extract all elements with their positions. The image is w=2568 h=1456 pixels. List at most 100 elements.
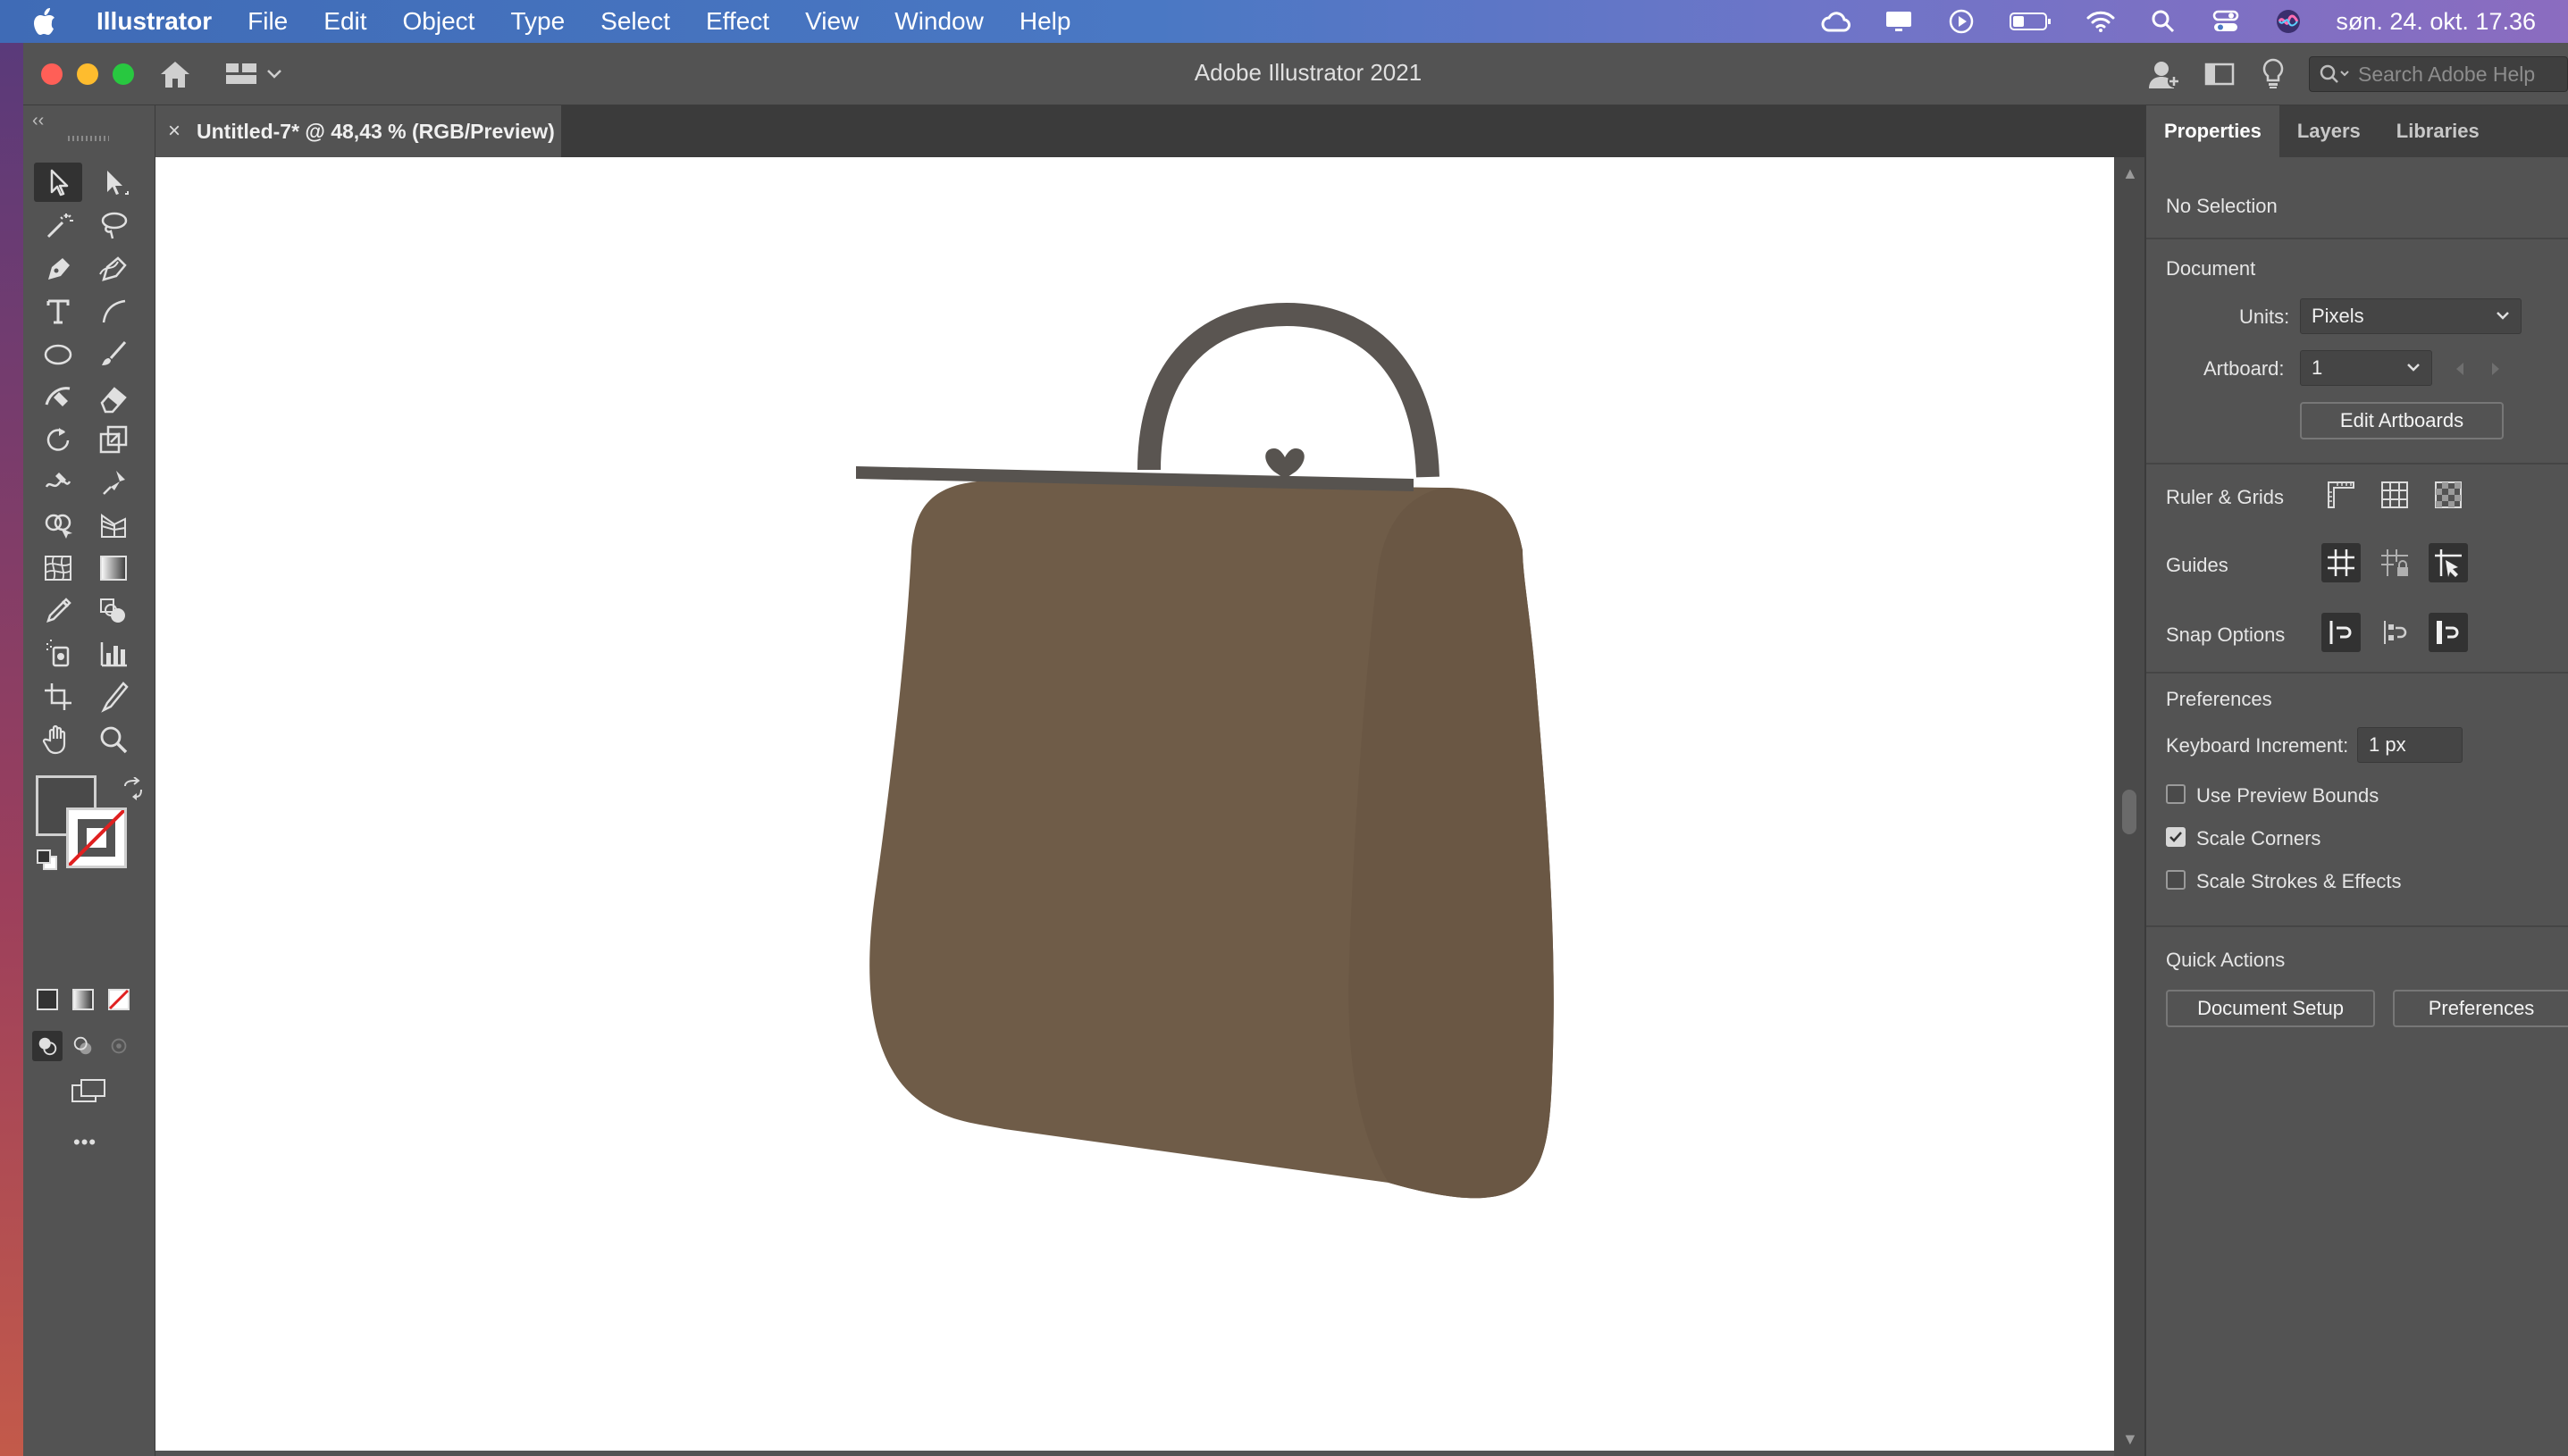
magic-wand-tool-icon[interactable] xyxy=(34,205,82,245)
symbol-sprayer-icon[interactable] xyxy=(34,634,82,674)
type-tool-icon[interactable] xyxy=(34,291,82,331)
perspective-grid-icon[interactable] xyxy=(89,506,138,545)
tab-libraries[interactable]: Libraries xyxy=(2379,105,2497,157)
canvas-area[interactable]: ▲ ▼ xyxy=(155,157,2144,1456)
artboard[interactable] xyxy=(155,157,2114,1451)
next-artboard-icon[interactable] xyxy=(2489,361,2502,377)
previous-artboard-icon[interactable] xyxy=(2454,361,2466,377)
edit-artboards-button[interactable]: Edit Artboards xyxy=(2300,402,2504,439)
gradient-mode-icon[interactable] xyxy=(68,984,98,1015)
selection-tool-icon[interactable] xyxy=(34,163,82,202)
play-icon[interactable] xyxy=(1946,8,1976,35)
document-tab[interactable]: × Untitled-7* @ 48,43 % (RGB/Preview) xyxy=(155,105,561,157)
scrollbar-thumb[interactable] xyxy=(2122,790,2136,834)
artboard-tool-icon[interactable] xyxy=(34,677,82,716)
share-user-icon[interactable] xyxy=(2146,56,2182,92)
blend-tool-icon[interactable] xyxy=(89,591,138,631)
show-guides-icon[interactable] xyxy=(2321,543,2361,582)
swap-fill-stroke-icon[interactable] xyxy=(122,776,145,800)
scroll-down-arrow-icon[interactable]: ▼ xyxy=(2122,1430,2138,1449)
scale-tool-icon[interactable] xyxy=(89,420,138,459)
snap-to-point-icon[interactable] xyxy=(2321,613,2361,652)
tab-layers[interactable]: Layers xyxy=(2279,105,2379,157)
document-setup-button[interactable]: Document Setup xyxy=(2166,990,2375,1027)
column-graph-icon[interactable] xyxy=(89,634,138,674)
mesh-tool-icon[interactable] xyxy=(34,548,82,588)
shaper-tool-icon[interactable] xyxy=(34,377,82,416)
menu-file[interactable]: File xyxy=(248,7,288,36)
transparency-grid-icon[interactable] xyxy=(2429,475,2468,515)
control-center-icon[interactable] xyxy=(2211,8,2241,35)
edit-toolbar-more[interactable]: ••• xyxy=(73,1131,97,1154)
menu-window[interactable]: Window xyxy=(894,7,984,36)
pen-tool-icon[interactable] xyxy=(34,248,82,288)
lightbulb-icon[interactable] xyxy=(2257,56,2289,92)
line-segment-tool-icon[interactable] xyxy=(89,291,138,331)
lock-guides-icon[interactable] xyxy=(2375,543,2414,582)
none-mode-icon[interactable] xyxy=(104,984,134,1015)
units-dropdown[interactable]: Pixels xyxy=(2300,298,2522,334)
siri-icon[interactable] xyxy=(2273,8,2304,35)
menu-type[interactable]: Type xyxy=(510,7,565,36)
use-preview-bounds-checkbox[interactable] xyxy=(2166,784,2186,804)
lasso-tool-icon[interactable] xyxy=(89,205,138,245)
draw-behind-icon[interactable] xyxy=(68,1031,98,1061)
shape-builder-icon[interactable] xyxy=(34,506,82,545)
scroll-up-arrow-icon[interactable]: ▲ xyxy=(2122,164,2138,183)
screen-mode-icon[interactable] xyxy=(66,1074,111,1109)
zoom-tool-icon[interactable] xyxy=(89,720,138,759)
menu-select[interactable]: Select xyxy=(600,7,670,36)
paintbrush-tool-icon[interactable] xyxy=(89,334,138,373)
grid-icon[interactable] xyxy=(2375,475,2414,515)
ellipse-tool-icon[interactable] xyxy=(34,334,82,373)
snap-to-pixel-icon[interactable] xyxy=(2375,613,2414,652)
keyboard-increment-field[interactable]: 1 px xyxy=(2357,727,2463,763)
default-fill-stroke-icon[interactable] xyxy=(36,849,59,872)
stroke-color-swatch[interactable] xyxy=(66,807,127,868)
snap-to-glyph-icon[interactable] xyxy=(2429,613,2468,652)
vertical-scrollbar[interactable]: ▲ ▼ xyxy=(2114,157,2144,1456)
scale-strokes-effects-label[interactable]: Scale Strokes & Effects xyxy=(2196,870,2401,893)
battery-icon[interactable] xyxy=(2009,8,2053,35)
eraser-tool-icon[interactable] xyxy=(89,377,138,416)
smart-guides-icon[interactable] xyxy=(2429,543,2468,582)
draw-inside-icon[interactable] xyxy=(104,1031,134,1061)
creative-cloud-icon[interactable] xyxy=(1821,8,1851,35)
artboard-dropdown[interactable]: 1 xyxy=(2300,350,2432,386)
use-preview-bounds-label[interactable]: Use Preview Bounds xyxy=(2196,784,2379,807)
wifi-icon[interactable] xyxy=(2085,8,2116,35)
hand-tool-icon[interactable] xyxy=(34,720,82,759)
menu-edit[interactable]: Edit xyxy=(323,7,366,36)
display-icon[interactable] xyxy=(1884,8,1914,35)
bag-side-panel[interactable] xyxy=(1348,488,1554,1199)
close-tab-icon[interactable]: × xyxy=(168,119,180,144)
search-adobe-help-field[interactable]: Search Adobe Help xyxy=(2309,56,2568,92)
menubar-clock[interactable]: søn. 24. okt. 17.36 xyxy=(2336,8,2536,36)
bag-clasp[interactable] xyxy=(1265,448,1305,479)
menu-view[interactable]: View xyxy=(805,7,859,36)
eyedropper-tool-icon[interactable] xyxy=(34,591,82,631)
puppet-warp-icon[interactable] xyxy=(89,463,138,502)
rulers-icon[interactable] xyxy=(2321,475,2361,515)
curvature-pen-icon[interactable] xyxy=(89,248,138,288)
apple-icon[interactable] xyxy=(30,6,61,37)
window-minimize-button[interactable] xyxy=(77,63,98,85)
home-icon[interactable] xyxy=(157,57,193,91)
slice-tool-icon[interactable] xyxy=(89,677,138,716)
scale-corners-label[interactable]: Scale Corners xyxy=(2196,827,2320,850)
menu-help[interactable]: Help xyxy=(1020,7,1071,36)
toolbar-collapse-button[interactable]: ‹‹ xyxy=(32,111,44,131)
arrange-documents-icon[interactable] xyxy=(2202,56,2237,92)
gradient-tool-icon[interactable] xyxy=(89,548,138,588)
direct-selection-tool-icon[interactable] xyxy=(89,163,138,202)
toolbar-grip[interactable] xyxy=(68,136,109,141)
preferences-button[interactable]: Preferences xyxy=(2393,990,2568,1027)
rotate-tool-icon[interactable] xyxy=(34,420,82,459)
draw-normal-icon[interactable] xyxy=(32,1031,63,1061)
scale-strokes-effects-checkbox[interactable] xyxy=(2166,870,2186,890)
menu-app-name[interactable]: Illustrator xyxy=(97,7,212,36)
handbag-artwork[interactable] xyxy=(155,157,2114,1451)
color-mode-icon[interactable] xyxy=(32,984,63,1015)
menu-effect[interactable]: Effect xyxy=(706,7,769,36)
menu-object[interactable]: Object xyxy=(403,7,475,36)
